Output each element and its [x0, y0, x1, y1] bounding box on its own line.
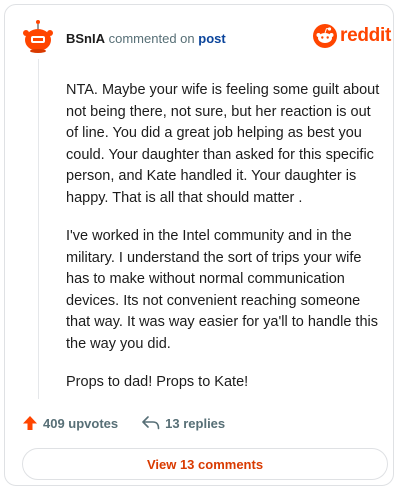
commented-on-text: commented on: [108, 31, 195, 46]
reply-count: 13 replies: [165, 415, 226, 431]
post-link[interactable]: post: [198, 31, 225, 46]
comment-paragraph: Props to dad! Props to Kate!: [66, 374, 249, 390]
reddit-logo-icon: [313, 24, 337, 48]
upvote-count: 409 upvotes: [43, 415, 119, 431]
comment-body: NTA. Maybe your wife is feeling some gui…: [66, 80, 384, 411]
username-link[interactable]: BSnIA: [66, 31, 105, 46]
reddit-logo[interactable]: reddit: [313, 24, 391, 48]
comment-paragraph: NTA. Maybe your wife is feeling some gui…: [66, 82, 380, 206]
comment-actions: 409 upvotes 13 replies: [22, 415, 225, 431]
reply-arrow-icon: [142, 416, 160, 430]
comment-paragraph: I've worked in the Intel community and i…: [66, 228, 378, 352]
comment-header: BSnIA commented on post: [66, 31, 226, 46]
snoo-avatar-icon[interactable]: [23, 19, 53, 53]
upvote-arrow-icon: [23, 416, 37, 430]
reply-button[interactable]: 13 replies: [142, 416, 225, 431]
view-comments-button[interactable]: View 13 comments: [22, 448, 388, 480]
upvote-button[interactable]: 409 upvotes: [22, 415, 118, 431]
reddit-wordmark: reddit: [340, 25, 391, 46]
thread-line[interactable]: [38, 59, 39, 399]
comment-card: BSnIA commented on post reddit NTA. Mayb…: [4, 4, 394, 486]
